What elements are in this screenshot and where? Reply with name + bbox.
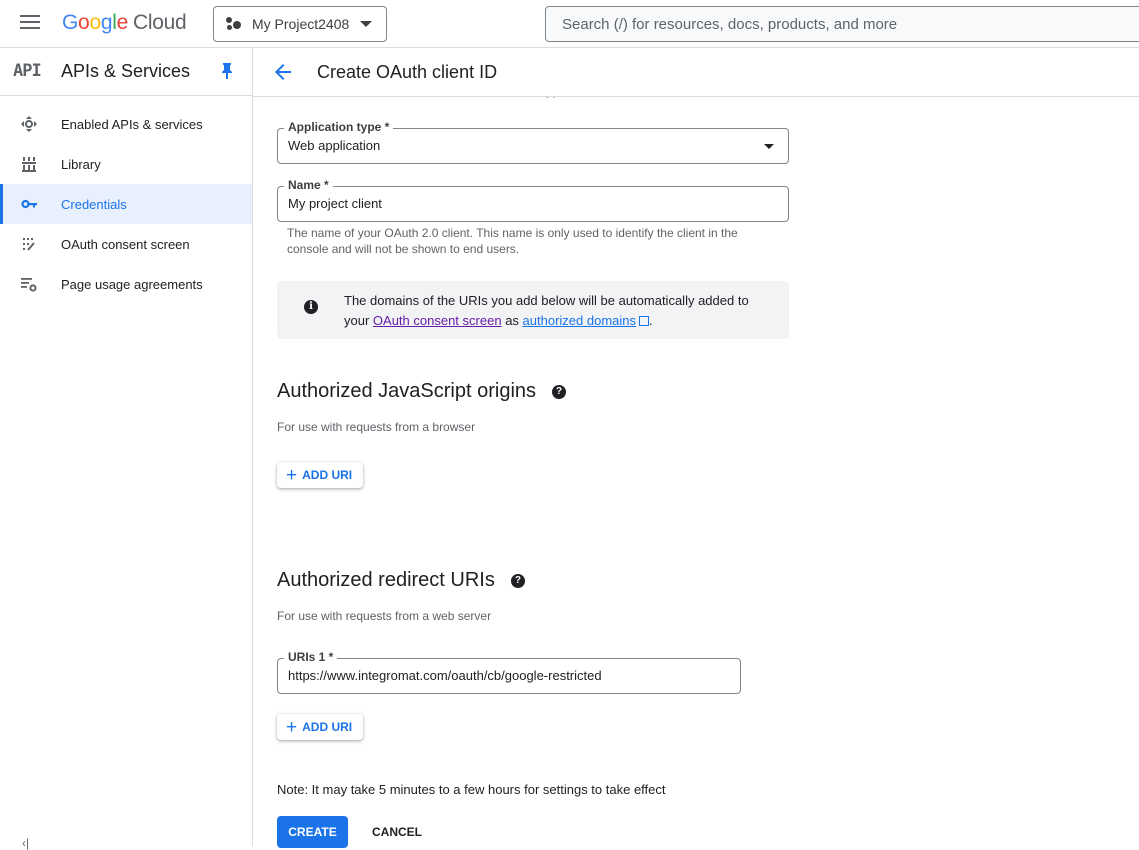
info-icon: i (304, 300, 318, 314)
sidebar-item-label: OAuth consent screen (61, 236, 190, 252)
library-icon (22, 157, 36, 172)
js-origins-subtitle: For use with requests from a browser (277, 420, 476, 434)
name-label: Name * (284, 178, 333, 192)
authorized-domains-link[interactable]: authorized domains (523, 313, 636, 328)
create-button[interactable]: CREATE (277, 816, 348, 848)
oauth-consent-screen-link[interactable]: OAuth consent screen (373, 313, 502, 328)
consent-screen-icon (23, 238, 35, 251)
info-banner: i The domains of the URIs you add below … (277, 281, 789, 339)
sidebar-item-enabled-apis[interactable]: Enabled APIs & services (0, 104, 252, 144)
chevron-down-icon (360, 21, 372, 27)
search-input[interactable]: Search (/) for resources, docs, products… (545, 6, 1139, 42)
main-menu-icon[interactable] (20, 15, 40, 31)
api-icon: API (13, 61, 42, 81)
sidebar-item-label: Enabled APIs & services (61, 116, 203, 132)
redirect-uris-title: Authorized redirect URIs? (277, 569, 525, 592)
dropdown-arrow-icon (764, 144, 774, 149)
collapse-sidebar-icon[interactable]: ‹| (22, 836, 29, 850)
sidebar-item-credentials[interactable]: Credentials (0, 184, 252, 224)
plus-icon: + (286, 716, 298, 738)
pin-icon[interactable] (221, 63, 233, 79)
cancel-button[interactable]: CANCEL (359, 816, 435, 848)
google-cloud-logo[interactable]: Google Cloud (62, 11, 187, 35)
help-icon[interactable]: ? (552, 385, 567, 399)
application-type-label: Application type * (284, 120, 394, 134)
redirect-uri-field[interactable]: URIs 1 * https://www.integromat.com/oaut… (277, 650, 741, 694)
sidebar: API APIs & Services Enabled APIs & servi… (0, 48, 253, 850)
sidebar-item-oauth-consent[interactable]: OAuth consent screen (0, 224, 252, 264)
info-text: The domains of the URIs you add below wi… (344, 293, 749, 328)
project-picker[interactable]: My Project2408 (213, 6, 387, 42)
sidebar-title: APIs & Services (61, 61, 191, 81)
add-js-origin-button[interactable]: + ADD URI (277, 462, 363, 488)
help-icon[interactable]: ? (510, 574, 525, 588)
application-type-select[interactable]: Application type * Web application (277, 120, 789, 164)
name-field[interactable]: Name * My project client (277, 178, 789, 222)
plus-icon: + (286, 464, 298, 486)
external-link-icon (639, 316, 650, 326)
page-header: Create OAuth client ID (253, 48, 1139, 97)
top-bar: Google Cloud My Project2408 Search (/) fo… (0, 0, 1139, 48)
redirect-uri-label: URIs 1 * (284, 650, 338, 664)
name-value: My project client (288, 196, 382, 211)
page-settings-icon (21, 278, 37, 292)
search-placeholder: Search (/) for resources, docs, products… (562, 15, 898, 33)
redirect-uris-subtitle: For use with requests from a web server (277, 609, 492, 623)
page-title: Create OAuth client ID (317, 62, 498, 82)
name-hint: The name of your OAuth 2.0 client. This … (287, 226, 738, 256)
settings-note: Note: It may take 5 minutes to a few hou… (277, 782, 666, 797)
sidebar-item-label: Library (61, 156, 101, 172)
redirect-uri-value: https://www.integromat.com/oauth/cb/goog… (288, 668, 602, 683)
sidebar-header: API APIs & Services (0, 48, 252, 96)
back-arrow-icon[interactable] (271, 60, 295, 84)
sidebar-item-label: Credentials (61, 196, 127, 212)
sidebar-item-library[interactable]: Library (0, 144, 252, 184)
sidebar-item-page-usage[interactable]: Page usage agreements (0, 264, 252, 304)
application-type-value: Web application (288, 138, 381, 153)
key-icon (21, 199, 37, 209)
add-redirect-uri-button[interactable]: + ADD URI (277, 714, 363, 740)
js-origins-title: Authorized JavaScript origins? (277, 380, 567, 403)
project-name: My Project2408 (252, 16, 350, 32)
enabled-apis-icon (21, 116, 37, 132)
sidebar-item-label: Page usage agreements (61, 276, 203, 292)
project-icon (226, 17, 242, 31)
